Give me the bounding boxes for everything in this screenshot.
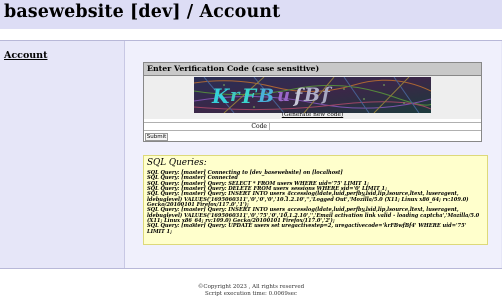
sql-query-line: SQL Query: [master] Query: UPDATE users …: [147, 223, 467, 235]
svg-text:u: u: [277, 85, 290, 106]
sql-queries-title: SQL Queries:: [147, 158, 207, 168]
page-footer: ©Copyright 2023 , All rights reserved Sc…: [0, 284, 502, 298]
svg-text:B: B: [303, 84, 320, 106]
page-layout: Account Enter Verification Code (case se…: [0, 40, 502, 269]
copyright-text: ©Copyright 2023 , All rights reserved: [197, 284, 305, 290]
captcha-image: K r F B u f B f: [194, 77, 431, 113]
sql-queries-panel: SQL Queries: SQL Query: [master] Connect…: [143, 155, 488, 245]
header-spacer: [0, 29, 502, 40]
svg-text:K: K: [211, 84, 231, 108]
captcha-panel: K r F B u f B f (Generate new code): [144, 76, 481, 119]
svg-text:r: r: [230, 85, 241, 106]
main-content: Enter Verification Code (case sensitive): [124, 41, 501, 268]
submit-button[interactable]: Submit: [145, 133, 168, 141]
sql-query-line: SQL Query: [master] Query: INSERT INTO u…: [147, 207, 480, 225]
code-row: Code: [144, 122, 481, 131]
sql-query-list: SQL Query: [master] Connecting to [dev_b…: [147, 170, 483, 235]
code-label: Code: [184, 123, 270, 130]
generate-new-code-link[interactable]: (Generate new code): [144, 112, 481, 118]
svg-text:B: B: [257, 85, 274, 107]
execution-time-text: Script execution time: 0.0069sec: [205, 291, 297, 297]
svg-text:F: F: [241, 84, 258, 108]
site-header: basewebsite [dev] / Account: [0, 0, 502, 29]
sidebar-link-account[interactable]: Account: [4, 50, 47, 61]
page-title: basewebsite [dev] / Account: [4, 2, 281, 22]
code-input[interactable]: [271, 123, 471, 130]
verification-form: Enter Verification Code (case sensitive): [143, 62, 482, 142]
verification-title: Enter Verification Code (case sensitive): [144, 63, 481, 76]
sql-query-line: SQL Query: [master] Query: INSERT INTO u…: [147, 191, 469, 209]
